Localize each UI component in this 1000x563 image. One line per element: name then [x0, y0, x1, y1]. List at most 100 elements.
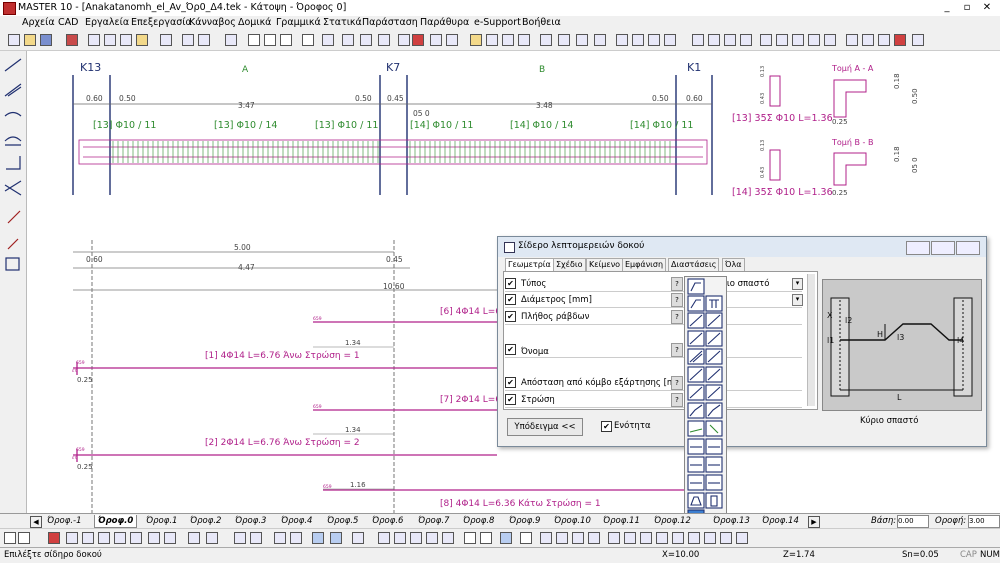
- select-icon[interactable]: [198, 34, 210, 46]
- undo-icon[interactable]: [4, 532, 16, 544]
- cross-icon[interactable]: [464, 532, 476, 544]
- cancel-icon[interactable]: [894, 34, 906, 46]
- close-button[interactable]: ✕: [978, 1, 996, 14]
- zoom-all-icon[interactable]: [878, 34, 890, 46]
- property-row-type[interactable]: ✔ Τύπος ? Κύριο σπαστό ▾: [505, 277, 803, 292]
- filter-icon[interactable]: [540, 532, 552, 544]
- checkbox-diameter[interactable]: ✔: [505, 294, 516, 305]
- window-icon[interactable]: [446, 34, 458, 46]
- menu-files[interactable]: Αρχεία: [22, 17, 55, 28]
- text-icon[interactable]: [302, 34, 314, 46]
- snap-star-icon[interactable]: [520, 532, 532, 544]
- block-icon[interactable]: [360, 34, 372, 46]
- ortho-icon[interactable]: [352, 532, 364, 544]
- more-button[interactable]: ?: [671, 343, 683, 357]
- extend-icon[interactable]: [672, 532, 684, 544]
- more-button[interactable]: ?: [671, 277, 683, 291]
- more-button[interactable]: ?: [671, 293, 683, 307]
- stirrup-icon[interactable]: [632, 34, 644, 46]
- dialog-close-icon[interactable]: [956, 241, 980, 255]
- menu-tools[interactable]: Εργαλεία: [85, 17, 129, 28]
- table-icon[interactable]: [594, 34, 606, 46]
- property-scrollbar[interactable]: [807, 274, 815, 406]
- menu-windows[interactable]: Παράθυρα: [420, 17, 469, 28]
- property-row-layer[interactable]: ✔ Στρώση ?: [505, 393, 802, 408]
- tab-floor[interactable]: Όροφ.7: [415, 515, 452, 527]
- zoom-out-icon[interactable]: [98, 532, 110, 544]
- open-file-icon[interactable]: [24, 34, 36, 46]
- text-lambda-icon[interactable]: [426, 532, 438, 544]
- load-icon[interactable]: [540, 34, 552, 46]
- refresh-icon[interactable]: [912, 34, 924, 46]
- menu-static[interactable]: Στατικά: [323, 17, 362, 28]
- support-icon[interactable]: [558, 34, 570, 46]
- rebar-icon[interactable]: [616, 34, 628, 46]
- tab-floor[interactable]: Όροφ.11: [600, 515, 643, 527]
- new-file-icon[interactable]: [8, 34, 20, 46]
- view-icon[interactable]: [430, 34, 442, 46]
- array-icon[interactable]: [608, 532, 620, 544]
- checkbox-layer[interactable]: ✔: [505, 394, 516, 405]
- snap-end-icon[interactable]: [250, 532, 262, 544]
- roof-input[interactable]: 3.00: [968, 515, 1000, 528]
- property-row-diameter[interactable]: ✔ Διάμετρος [mm] ? ▾: [505, 293, 803, 308]
- foundation-icon[interactable]: [692, 34, 704, 46]
- zoom-window-icon[interactable]: [148, 532, 160, 544]
- tab-floor[interactable]: Όροφ.6: [369, 515, 406, 527]
- tab-floor[interactable]: Όροφ.3: [232, 515, 269, 527]
- trim-icon[interactable]: [656, 532, 668, 544]
- chevron-down-icon[interactable]: ▾: [792, 278, 803, 290]
- tab-dimensions[interactable]: Διαστάσεις: [668, 258, 720, 271]
- arc-icon[interactable]: [280, 34, 292, 46]
- dialog-maximize-icon[interactable]: [931, 241, 955, 255]
- scale-icon[interactable]: [736, 532, 748, 544]
- text-a-icon[interactable]: [378, 532, 390, 544]
- results-icon[interactable]: [808, 34, 820, 46]
- menu-linear[interactable]: Γραμμικά: [276, 17, 321, 28]
- scroll-right-icon[interactable]: ▶: [808, 516, 820, 528]
- menu-display[interactable]: Παράσταση: [362, 17, 418, 28]
- delete-icon[interactable]: [412, 34, 424, 46]
- paste-icon[interactable]: [104, 34, 116, 46]
- mirror-icon[interactable]: [206, 532, 218, 544]
- stop-icon[interactable]: [48, 532, 60, 544]
- more-button[interactable]: ?: [671, 376, 683, 390]
- check-icon[interactable]: [792, 34, 804, 46]
- tab-floor[interactable]: Όροφ.10: [551, 515, 594, 527]
- cut-icon[interactable]: [66, 34, 78, 46]
- property-row-count[interactable]: ✔ Πλήθος ράβδων ?: [505, 310, 802, 325]
- zoom-window-icon[interactable]: [862, 34, 874, 46]
- section-icon[interactable]: [648, 34, 660, 46]
- scroll-left-icon[interactable]: ◀: [30, 516, 42, 528]
- tab-floor[interactable]: Όροφ.9: [506, 515, 543, 527]
- pan-icon[interactable]: [846, 34, 858, 46]
- detail-icon[interactable]: [664, 34, 676, 46]
- regen-icon[interactable]: [164, 532, 176, 544]
- pile-icon[interactable]: [708, 34, 720, 46]
- menu-cad[interactable]: CAD: [58, 17, 78, 28]
- folder-icon[interactable]: [136, 34, 148, 46]
- template-button[interactable]: Υπόδειγμα <<: [507, 418, 583, 436]
- grid-toggle-icon[interactable]: [330, 532, 342, 544]
- text-b-icon[interactable]: [394, 532, 406, 544]
- property-row-name[interactable]: ✔ Όνομα ?: [505, 343, 802, 358]
- mouse-icon[interactable]: [500, 532, 512, 544]
- hand-icon[interactable]: [66, 532, 78, 544]
- unity-checkbox[interactable]: ✔: [601, 421, 612, 432]
- lock-icon[interactable]: [556, 532, 568, 544]
- tab-floor[interactable]: Όροφ.1: [143, 515, 180, 527]
- redo-icon[interactable]: [18, 532, 30, 544]
- layers-icon[interactable]: [182, 34, 194, 46]
- measure-icon[interactable]: [274, 532, 286, 544]
- calc-icon[interactable]: [776, 34, 788, 46]
- line-icon[interactable]: [248, 34, 260, 46]
- save-icon[interactable]: [40, 34, 52, 46]
- tab-floor[interactable]: Όροφ.2: [187, 515, 224, 527]
- move-icon[interactable]: [720, 532, 732, 544]
- footing-icon[interactable]: [724, 34, 736, 46]
- chevron-down-icon[interactable]: ▾: [792, 294, 803, 306]
- tab-geometry[interactable]: Γεωμετρία: [505, 258, 554, 271]
- zoom-in-icon[interactable]: [82, 532, 94, 544]
- stretch-icon[interactable]: [704, 532, 716, 544]
- break-icon[interactable]: [688, 532, 700, 544]
